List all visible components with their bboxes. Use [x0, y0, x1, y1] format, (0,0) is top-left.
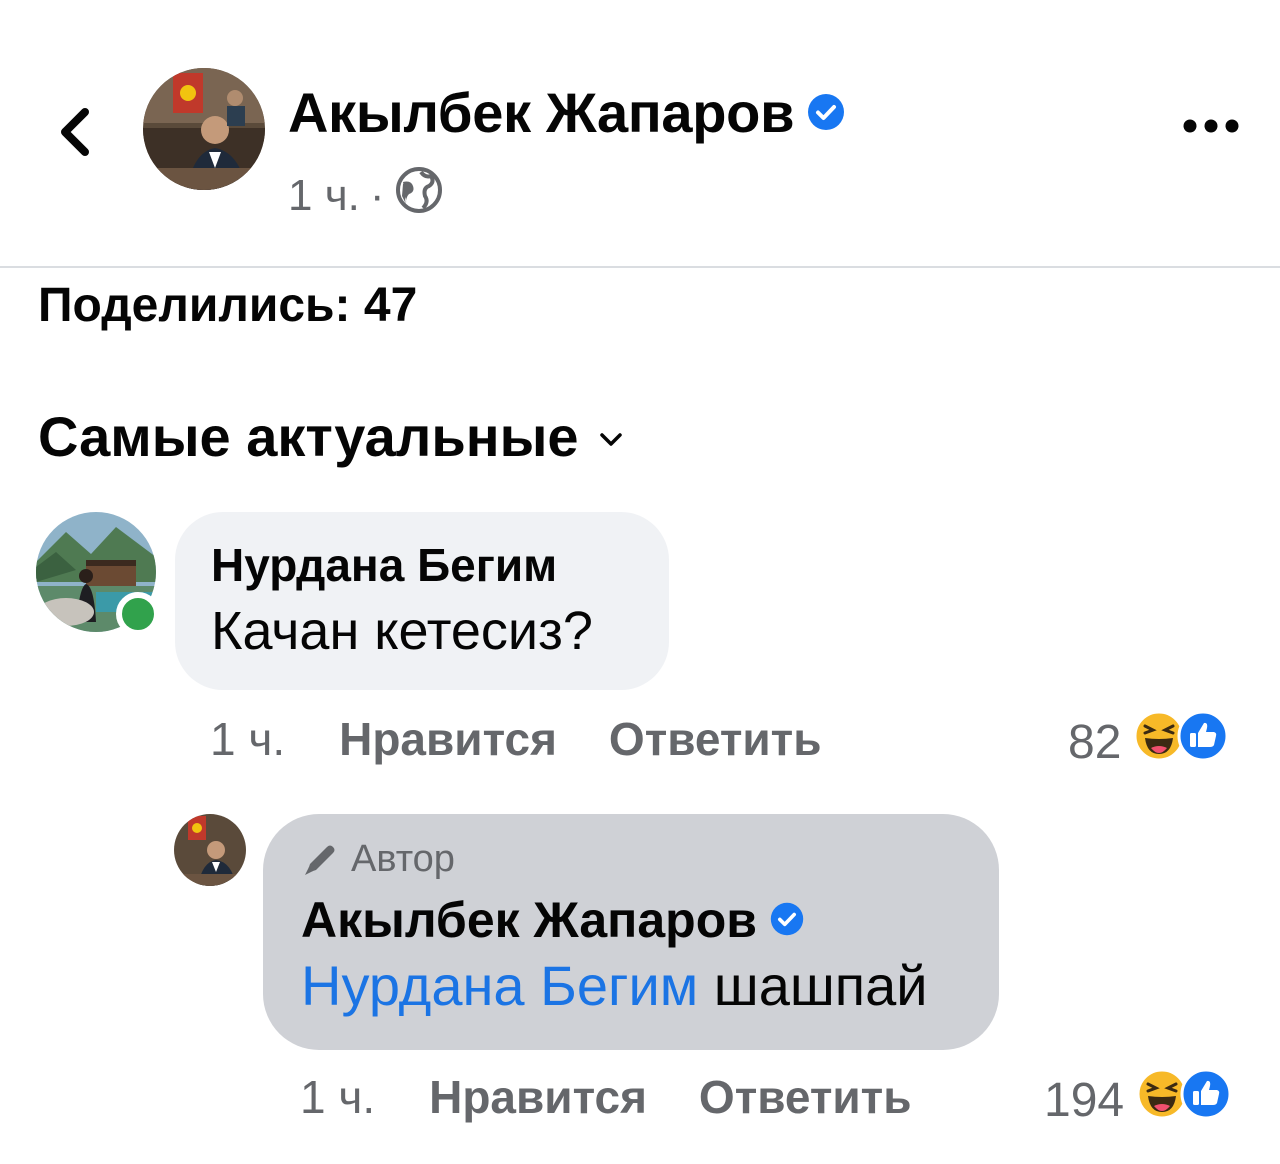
commenter-avatar[interactable]: [36, 512, 160, 636]
reply-reactions[interactable]: 194: [1044, 1068, 1232, 1132]
reply-author-avatar[interactable]: [174, 814, 246, 886]
post-author-name-text: Акылбек Жапаров: [288, 81, 795, 144]
globe-icon: [395, 166, 443, 225]
sort-label: Самые актуальные: [38, 405, 579, 468]
header-divider: [0, 266, 1280, 268]
author-badge: Автор: [301, 838, 999, 881]
comment-text: Качан кетесиз?: [211, 601, 593, 661]
mention-link[interactable]: Нурдана Бегим: [301, 954, 698, 1017]
reply-message: шашпай: [713, 954, 928, 1017]
reply-actions: 1 ч. Нравится Ответить: [300, 1070, 912, 1124]
more-icon: [1183, 119, 1239, 133]
meta-separator: ·: [369, 170, 385, 220]
post-time[interactable]: 1 ч.: [288, 171, 360, 221]
more-options-button[interactable]: [1176, 104, 1246, 148]
comment-time[interactable]: 1 ч.: [210, 712, 285, 766]
like-reaction-icon: [1180, 1068, 1232, 1132]
verified-icon: [806, 80, 846, 145]
comment-reactions[interactable]: 82: [1068, 710, 1229, 774]
like-button[interactable]: Нравится: [339, 712, 557, 766]
post-meta: 1 ч. ·: [288, 166, 443, 225]
back-chevron-icon: [61, 108, 89, 156]
post-author-name[interactable]: Акылбек Жапаров: [288, 80, 846, 145]
back-button[interactable]: [40, 92, 110, 172]
online-status-indicator: [116, 592, 160, 636]
reply-author-name[interactable]: Акылбек Жапаров: [301, 891, 999, 949]
like-reaction-icon: [1177, 710, 1229, 774]
sort-dropdown[interactable]: Самые актуальные: [38, 404, 623, 469]
verified-icon: [769, 891, 805, 949]
reply-reply-button[interactable]: Ответить: [699, 1070, 912, 1124]
pencil-icon: [305, 845, 335, 875]
shares-count[interactable]: Поделились: 47: [38, 278, 417, 333]
commenter-name[interactable]: Нурдана Бегим: [211, 538, 669, 592]
reply-like-button[interactable]: Нравится: [429, 1070, 647, 1124]
author-reply-bubble: Автор Акылбек Жапаров Нурдана Бегим шашп…: [263, 814, 999, 1050]
reply-time[interactable]: 1 ч.: [300, 1070, 375, 1124]
reply-button[interactable]: Ответить: [609, 712, 822, 766]
chevron-down-icon: [599, 432, 622, 446]
comment-actions: 1 ч. Нравится Ответить: [210, 712, 822, 766]
author-badge-label: Автор: [351, 838, 455, 880]
reactions-count: 82: [1068, 715, 1122, 769]
reply-reactions-count: 194: [1044, 1073, 1125, 1127]
comment-bubble: Нурдана Бегим Качан кетесиз?: [175, 512, 669, 690]
reply-text: Нурдана Бегим шашпай: [301, 953, 999, 1018]
reply-author-name-text: Акылбек Жапаров: [301, 892, 757, 948]
author-avatar[interactable]: [143, 68, 265, 190]
